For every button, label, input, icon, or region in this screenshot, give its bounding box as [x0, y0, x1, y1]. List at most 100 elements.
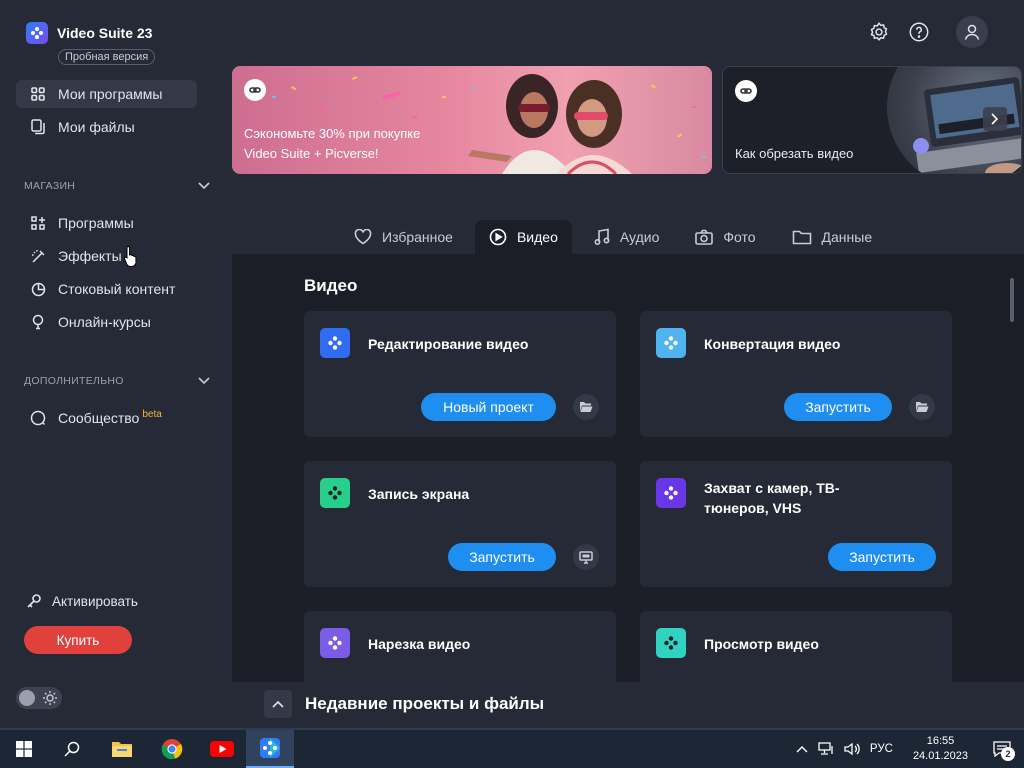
gear-icon[interactable] — [868, 21, 890, 43]
program-card-video-player[interactable]: Просмотр видео — [640, 611, 952, 682]
chevron-down-icon — [198, 377, 210, 385]
search-icon — [64, 741, 80, 757]
beta-badge: beta — [142, 409, 162, 420]
tab-favorites[interactable]: Избранное — [340, 220, 467, 254]
play-circle-icon — [489, 228, 507, 246]
card-title: Запись экрана — [368, 486, 470, 502]
chat-icon — [30, 410, 46, 426]
promo-text-line1: Сэкономьте 30% при покупке — [244, 126, 421, 141]
sidebar-item-programs[interactable]: Программы — [16, 209, 197, 237]
theme-toggle[interactable] — [16, 687, 62, 709]
launch-button[interactable]: Запустить — [784, 393, 892, 421]
volume-icon[interactable] — [844, 742, 860, 756]
chevron-up-icon — [272, 700, 284, 708]
camera-icon — [695, 229, 714, 245]
programs-panel: Видео Редактирование видео Новый проект … — [232, 254, 1024, 682]
tab-video[interactable]: Видео — [474, 220, 572, 254]
carousel-next-button[interactable] — [983, 107, 1007, 131]
card-title: Захват с камер, ТВ-тюнеров, VHS — [704, 480, 840, 516]
link-icon — [735, 80, 757, 102]
tab-photo[interactable]: Фото — [681, 220, 769, 254]
taskbar-video-suite[interactable] — [246, 730, 294, 768]
chevron-up-icon[interactable] — [796, 745, 808, 753]
panel-title: Видео — [304, 276, 358, 295]
panel-scrollbar[interactable] — [1010, 278, 1014, 322]
key-icon — [27, 594, 41, 608]
card-title: Просмотр видео — [704, 636, 819, 652]
program-card-video-editor[interactable]: Редактирование видео Новый проект — [304, 311, 616, 437]
sidebar-item-courses[interactable]: Онлайн-курсы — [16, 308, 197, 336]
tab-label: Данные — [821, 229, 873, 245]
tab-label: Фото — [723, 229, 756, 245]
lightbulb-icon — [30, 314, 46, 330]
account-button[interactable] — [956, 16, 988, 48]
tutorial-banner[interactable]: Как обрезать видео — [722, 66, 1022, 174]
tab-audio[interactable]: Аудио — [580, 220, 674, 254]
sidebar-item-stock[interactable]: Стоковый контент — [16, 275, 197, 303]
screen-settings-button[interactable] — [573, 544, 599, 570]
folder-open-icon — [580, 402, 593, 412]
promo-banner[interactable]: Сэкономьте 30% при покупке Video Suite +… — [232, 66, 712, 174]
app-window: Video Suite 23 Пробная версия Мои програ… — [0, 0, 1024, 728]
sidebar-item-label: Эффекты — [58, 248, 122, 264]
start-button[interactable] — [0, 730, 48, 768]
trial-badge: Пробная версия — [58, 49, 156, 65]
open-file-button[interactable] — [909, 394, 935, 420]
help-icon[interactable] — [908, 21, 930, 43]
card-title: Конвертация видео — [704, 336, 841, 352]
section-store-header[interactable]: МАГАЗИН — [24, 180, 210, 192]
system-clock[interactable]: 16:55 24.01.2023 — [913, 734, 968, 764]
tab-data[interactable]: Данные — [778, 220, 887, 254]
program-card-screen-recorder[interactable]: Запись экрана Запустить — [304, 461, 616, 587]
activate-link[interactable]: Активировать — [26, 593, 138, 609]
program-card-video-cutter[interactable]: Нарезка видео — [304, 611, 616, 682]
sidebar-item-effects[interactable]: Эффекты — [16, 242, 197, 270]
program-card-video-capture[interactable]: Захват с камер, ТВ-тюнеров, VHS Запустит… — [640, 461, 952, 587]
notification-center-button[interactable]: 2 — [988, 735, 1016, 763]
video-converter-icon — [656, 328, 686, 358]
sidebar-item-label: Сообщество beta — [58, 409, 162, 426]
category-tabs: Избранное Видео Аудио Фото Данные — [340, 220, 886, 254]
chrome-icon — [161, 739, 183, 760]
sidebar-item-label: Онлайн-курсы — [58, 314, 151, 330]
program-card-video-converter[interactable]: Конвертация видео Запустить — [640, 311, 952, 437]
app-title: Video Suite 23 — [57, 25, 153, 41]
heart-icon — [354, 229, 372, 245]
file-explorer-icon — [112, 742, 132, 757]
sidebar-item-community[interactable]: Сообщество beta — [16, 404, 197, 432]
card-title: Нарезка видео — [368, 636, 471, 652]
recent-expand-button[interactable] — [264, 690, 292, 718]
buy-button[interactable]: Купить — [24, 626, 132, 654]
recent-title: Недавние проекты и файлы — [305, 694, 545, 713]
taskbar-chrome[interactable] — [148, 730, 196, 768]
windows-taskbar: РУС 16:55 24.01.2023 2 — [0, 728, 1024, 768]
tab-label: Аудио — [619, 229, 660, 245]
open-file-button[interactable] — [573, 394, 599, 420]
section-extra-header[interactable]: ДОПОЛНИТЕЛЬНО — [24, 375, 210, 387]
sidebar-item-my-files[interactable]: Мои файлы — [16, 113, 197, 141]
taskbar-file-explorer[interactable] — [98, 730, 146, 768]
video-suite-icon — [260, 738, 280, 758]
sidebar-item-my-programs[interactable]: Мои программы — [16, 80, 197, 108]
music-note-icon — [594, 228, 610, 246]
promo-banner-text: Сэкономьте 30% при покупке Video Suite +… — [244, 124, 420, 164]
network-icon[interactable] — [818, 742, 834, 756]
app-logo-icon — [26, 22, 48, 44]
taskbar-search-button[interactable] — [48, 730, 96, 768]
clock-time: 16:55 — [926, 735, 955, 747]
carousel-dot[interactable] — [913, 138, 929, 154]
launch-button[interactable]: Запустить — [828, 543, 936, 571]
notification-count-badge: 2 — [1001, 747, 1015, 761]
sun-icon — [43, 691, 57, 705]
new-project-button[interactable]: Новый проект — [421, 393, 556, 421]
language-indicator[interactable]: РУС — [870, 743, 893, 755]
user-icon — [964, 24, 980, 40]
screen-recorder-icon — [320, 478, 350, 508]
folder-icon — [792, 230, 811, 245]
launch-button[interactable]: Запустить — [448, 543, 556, 571]
card-title: Редактирование видео — [368, 336, 529, 352]
video-cutter-icon — [320, 628, 350, 658]
pie-icon — [30, 281, 46, 297]
taskbar-youtube[interactable] — [198, 730, 246, 768]
monitor-icon — [579, 550, 593, 564]
